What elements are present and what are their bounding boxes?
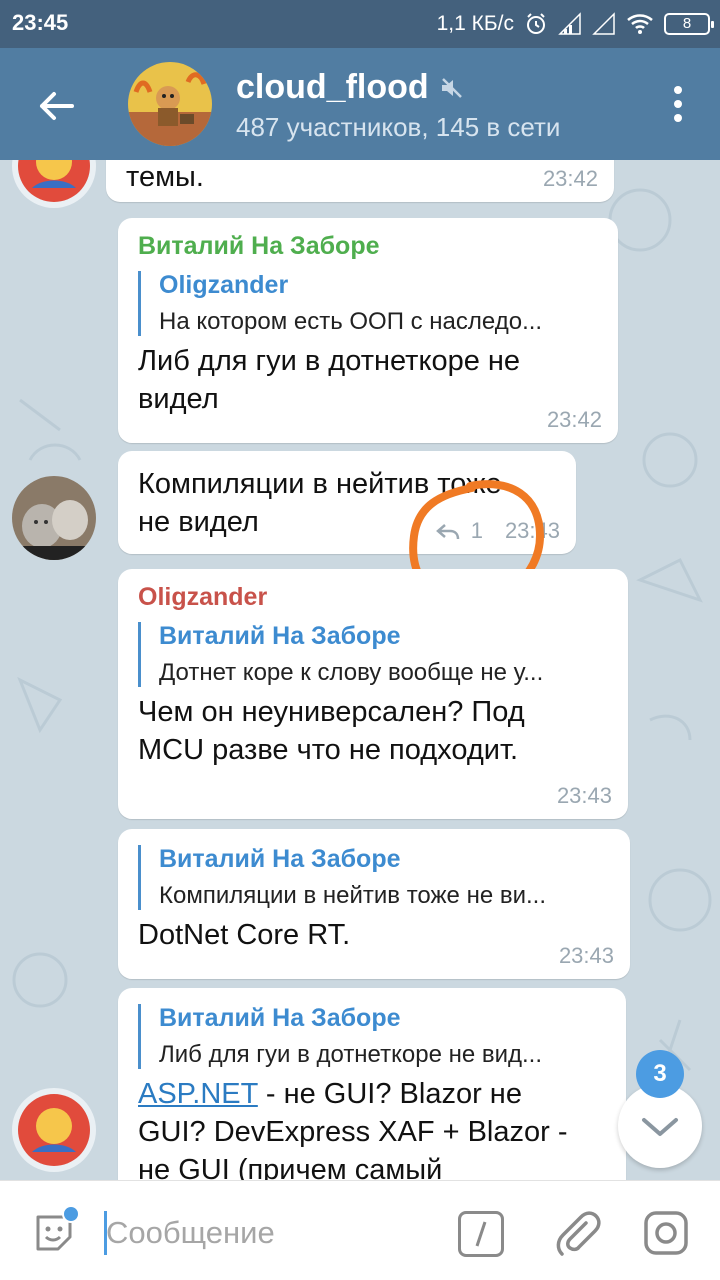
reply-author: Виталий На Заборе xyxy=(159,1004,401,1032)
message-sender[interactable]: Виталий На Заборе xyxy=(138,232,598,261)
group-avatar[interactable] xyxy=(128,62,212,146)
message-input-bar xyxy=(0,1180,720,1280)
sender-avatar[interactable] xyxy=(12,476,96,560)
chat-subtitle: 487 участников, 145 в сети xyxy=(236,112,561,142)
message-text: Либ для гуи в дотнеткоре не видел xyxy=(138,342,598,418)
reply-author: Oligzander xyxy=(159,271,289,299)
message-bubble[interactable]: Виталий На Заборе Oligzander На котором … xyxy=(118,218,618,443)
status-icons: 1,1 КБ/с 8 xyxy=(436,10,714,38)
camera-icon[interactable] xyxy=(642,1209,690,1257)
message-input[interactable] xyxy=(106,1209,426,1257)
muted-speaker-icon xyxy=(441,77,462,98)
reply-author: Виталий На Заборе xyxy=(159,845,401,873)
chat-header: cloud_flood 487 участников, 145 в сети xyxy=(0,48,720,160)
reply-quote[interactable]: Виталий На Заборе Дотнет коре к слову во… xyxy=(138,622,608,687)
reply-text: Либ для гуи в дотнеткоре не вид... xyxy=(159,1041,543,1068)
network-speed: 1,1 КБ/с xyxy=(436,12,514,35)
message-link[interactable]: ASP.NET xyxy=(138,1078,258,1110)
reply-text: Дотнет коре к слову вообще не у... xyxy=(159,659,544,686)
message-text: темы. xyxy=(126,161,204,193)
attach-icon[interactable] xyxy=(552,1207,602,1257)
message-text-line: Либ для гуи в дотнеткоре не xyxy=(138,345,521,377)
reply-quote[interactable]: Виталий На Заборе Либ для гуи в дотнетко… xyxy=(138,1004,606,1069)
alarm-icon xyxy=(527,13,545,34)
signal-icon-2 xyxy=(592,12,615,35)
chat-title-row[interactable]: cloud_flood xyxy=(236,68,465,107)
message-bubble[interactable]: Oligzander Виталий На Заборе Дотнет коре… xyxy=(118,569,628,819)
message-text: Чем он неуниверсален? Под MCU разве что … xyxy=(138,693,608,769)
message-text-line: MCU разве что не подходит. xyxy=(138,734,519,766)
message-time: 23:43 xyxy=(558,943,614,968)
message-bubble[interactable]: Виталий На Заборе Либ для гуи в дотнетко… xyxy=(118,988,626,1180)
message-text-fragment: - не GUI? Blazor не xyxy=(257,1078,522,1110)
message-time: 23:42 xyxy=(542,166,598,191)
sender-avatar[interactable] xyxy=(12,1088,96,1172)
bot-command-button[interactable] xyxy=(458,1211,504,1257)
message-time: 23:43 xyxy=(556,783,612,808)
message-bubble[interactable]: темы. 23:42 xyxy=(106,160,614,202)
message-time: 23:42 xyxy=(546,407,602,432)
message-text-line: ASP.NET - не GUI? Blazor не xyxy=(138,1075,606,1113)
reply-author: Виталий На Заборе xyxy=(159,622,401,650)
message-sender[interactable]: Oligzander xyxy=(138,583,608,612)
reply-text: На котором есть ООП с наследо... xyxy=(159,308,543,335)
reply-quote[interactable]: Oligzander На котором есть ООП с наследо… xyxy=(138,271,598,336)
battery-icon: 8 xyxy=(664,13,714,35)
message-text: DotNet Core RT. xyxy=(138,919,351,951)
message-text-line: GUI? DevExpress XAF + Blazor - xyxy=(138,1116,568,1148)
unread-count-badge: 3 xyxy=(636,1050,684,1098)
message-list[interactable]: темы. 23:42 Виталий На Заборе Oligzander… xyxy=(0,160,720,1180)
reply-text: Компиляции в нейтив тоже не ви... xyxy=(159,882,546,909)
sticker-notification-dot xyxy=(62,1205,80,1223)
signal-icon xyxy=(558,12,581,35)
reply-quote[interactable]: Виталий На Заборе Компиляции в нейтив то… xyxy=(138,845,610,910)
status-time: 23:45 xyxy=(12,10,69,35)
message-bubble[interactable]: Виталий На Заборе Компиляции в нейтив то… xyxy=(118,829,630,979)
wifi-icon xyxy=(627,14,653,34)
status-bar: 23:45 1,1 КБ/с 8 xyxy=(0,0,720,48)
slash-icon xyxy=(475,1221,487,1247)
message-text-line: Чем он неуниверсален? Под xyxy=(138,696,525,728)
more-vertical-icon[interactable] xyxy=(666,84,690,124)
message-text-line: не GUI (причем самый xyxy=(138,1154,443,1180)
message-text-line: видел xyxy=(138,383,219,415)
chat-title: cloud_flood xyxy=(236,68,429,106)
back-button[interactable] xyxy=(28,78,84,134)
message-text: ASP.NET - не GUI? Blazor не GUI? DevExpr… xyxy=(138,1075,606,1180)
